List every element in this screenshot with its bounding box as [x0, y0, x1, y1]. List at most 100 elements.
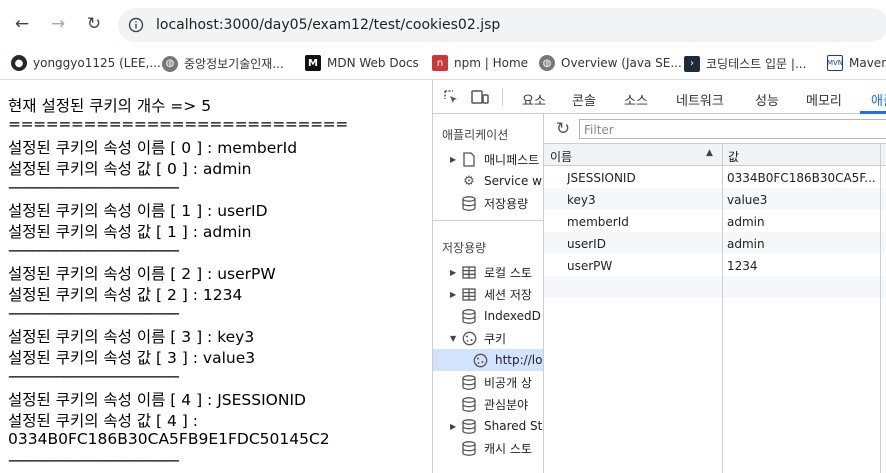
column-header-name[interactable]: 이름 ▲ [544, 144, 722, 166]
cookie-value-text: 0334B0FC186B30CA5FB9E1FDC50145C2 [8, 430, 330, 448]
cookie-value-cell[interactable]: 0334B0FC186B30CA5F... [727, 166, 877, 188]
cookie-name-cell[interactable]: key3 [567, 188, 717, 210]
sidebar-item-label: http://lo [495, 353, 543, 367]
globe-icon: ◍ [162, 55, 178, 72]
sidebar-item-label: 로컬 스토 [484, 265, 532, 280]
sidebar-item-cookies[interactable]: ▼ 쿠키 [450, 327, 543, 349]
expand-arrow-icon[interactable]: ▶ [450, 290, 460, 299]
column-divider [880, 144, 881, 473]
tab-performance[interactable]: 성능 [755, 90, 779, 109]
sidebar-item-local-storage[interactable]: ▶ 로컬 스토 [450, 261, 543, 283]
npm-icon: n [432, 55, 448, 71]
cookie-name-line: 설정된 쿠키의 속성 이름 [ 1 ] : userID [8, 202, 268, 220]
sidebar-item-interest-groups[interactable]: 관심분야 [460, 393, 543, 415]
sort-ascending-icon: ▲ [706, 148, 713, 158]
database-icon [460, 308, 478, 324]
sidebar-item-cache-storage[interactable]: 캐시 스토 [460, 437, 543, 459]
bookmark-item[interactable]: MVN Maven [827, 55, 886, 71]
github-icon: ● [11, 55, 27, 71]
inspect-icon[interactable] [443, 89, 459, 105]
tab-elements[interactable]: 요소 [522, 90, 546, 109]
column-header-value[interactable]: 값 [722, 144, 886, 166]
mdn-icon: M [305, 55, 321, 71]
forward-button[interactable]: → [48, 14, 68, 34]
bookmark-label: Overview (Java SE... [561, 56, 682, 70]
sidebar-item-private-state-tokens[interactable]: 비공개 상 [460, 371, 543, 393]
bookmark-item[interactable]: ◍ Overview (Java SE... [539, 55, 682, 71]
sidebar-item-session-storage[interactable]: ▶ 세션 저장 [450, 283, 543, 305]
device-toolbar-icon[interactable] [471, 89, 489, 105]
cookie-name-cell[interactable]: memberId [567, 210, 717, 232]
database-icon [460, 195, 478, 211]
file-icon [460, 151, 478, 167]
page-content: 현재 설정된 쿠키의 개수 => 5 =====================… [0, 84, 432, 473]
cookie-name-line: 설정된 쿠키의 속성 이름 [ 3 ] : key3 [8, 328, 255, 346]
cookie-name-cell[interactable]: userID [567, 232, 717, 254]
sidebar-item-label: 관심분야 [484, 397, 529, 412]
cookie-value-line: 설정된 쿠키의 속성 값 [ 4 ] : [8, 412, 199, 430]
separator-line: =========================== [8, 115, 348, 133]
sidebar-item-label: 캐시 스토 [484, 441, 532, 456]
cookie-table: 이름 ▲ 값 JSESSIONID 0334B0FC186B30CA5F... … [544, 144, 886, 473]
tab-memory[interactable]: 메모리 [806, 90, 842, 109]
sidebar-item-storage[interactable]: 저장용량 [460, 192, 543, 214]
bookmark-label: 코딩테스트 입문 |... [706, 57, 807, 71]
database-icon [460, 418, 478, 434]
browser-toolbar: ← → ↻ localhost:3000/day05/exam12/test/c… [0, 0, 886, 48]
address-bar[interactable]: localhost:3000/day05/exam12/test/cookies… [118, 8, 886, 42]
bookmark-item[interactable]: ◍ 중앙정보기술인재... [162, 55, 284, 72]
filter-input[interactable]: Filter [579, 119, 886, 139]
maven-icon: MVN [827, 55, 843, 71]
expand-arrow-icon[interactable]: ▶ [450, 268, 460, 277]
bookmarks-bar: ● yonggyo1125 (LEE,... ◍ 중앙정보기술인재... M M… [0, 48, 886, 80]
refresh-icon[interactable]: ↻ [553, 119, 573, 139]
cookie-name-cell[interactable]: userPW [567, 254, 717, 276]
tab-network[interactable]: 네트워크 [676, 90, 724, 109]
section-divider [433, 220, 543, 221]
expand-arrow-icon[interactable]: ▶ [450, 422, 460, 431]
expand-arrow-icon[interactable]: ▶ [450, 155, 460, 164]
cookie-value-cell[interactable]: admin [727, 210, 877, 232]
table-icon [460, 264, 478, 280]
tab-application[interactable]: 애플 [871, 90, 886, 109]
back-button[interactable]: ← [12, 14, 32, 34]
sidebar-item-service-workers[interactable]: ⚙ Service w [460, 170, 543, 192]
column-header-label: 이름 [550, 150, 573, 164]
sidebar-item-label: Shared St [484, 419, 543, 433]
sidebar-item-manifest[interactable]: ▶ 매니페스트 [450, 148, 543, 170]
programmers-icon: › [684, 55, 700, 72]
sidebar-item-label: 비공개 상 [484, 375, 532, 390]
bookmark-label: npm | Home [454, 56, 529, 70]
cookie-value-cell[interactable]: 1234 [727, 254, 877, 276]
sidebar-item-label: IndexedD [484, 309, 541, 323]
column-header-label: 값 [728, 150, 740, 164]
bookmark-item[interactable]: n npm | Home [432, 55, 528, 71]
cookie-count-line: 현재 설정된 쿠키의 개수 => 5 [8, 97, 212, 115]
sidebar-item-indexeddb[interactable]: IndexedD [460, 305, 543, 327]
cookie-value-line: 설정된 쿠키의 속성 값 [ 0 ] : admin [8, 160, 252, 178]
database-icon [460, 374, 478, 390]
column-divider [722, 144, 723, 473]
bookmark-item[interactable]: M MDN Web Docs [305, 55, 419, 71]
sidebar-item-cookie-origin[interactable]: http://lo [433, 349, 543, 371]
reload-button[interactable]: ↻ [84, 14, 104, 34]
site-info-icon[interactable] [128, 17, 144, 33]
sidebar-item-label: Service w [484, 174, 542, 188]
gears-icon: ⚙ [463, 173, 475, 189]
row-stripe [544, 276, 886, 298]
bookmark-label: 중앙정보기술인재... [184, 57, 284, 71]
tab-sources[interactable]: 소스 [624, 90, 648, 109]
sidebar-item-label: 저장용량 [484, 196, 529, 211]
sidebar-item-label: 매니페스트 [484, 152, 540, 167]
cookie-value-cell[interactable]: value3 [727, 188, 877, 210]
cookie-value-cell[interactable]: admin [727, 232, 877, 254]
bookmark-label: yonggyo1125 (LEE,... [33, 56, 161, 70]
sidebar-item-shared-storage[interactable]: ▶ Shared St [450, 415, 543, 437]
table-icon [460, 286, 478, 302]
cookie-name-cell[interactable]: JSESSIONID [567, 166, 717, 188]
bookmark-item[interactable]: › 코딩테스트 입문 |... [684, 55, 806, 72]
bookmark-item[interactable]: ● yonggyo1125 (LEE,... [11, 55, 161, 71]
tab-console[interactable]: 콘솔 [572, 90, 596, 109]
collapse-arrow-icon[interactable]: ▼ [450, 334, 460, 343]
devtools-panel: 요소 콘솔 소스 네트워크 성능 메모리 애플 애플리케이션 ▶ 매니페스트 ⚙… [432, 80, 886, 473]
